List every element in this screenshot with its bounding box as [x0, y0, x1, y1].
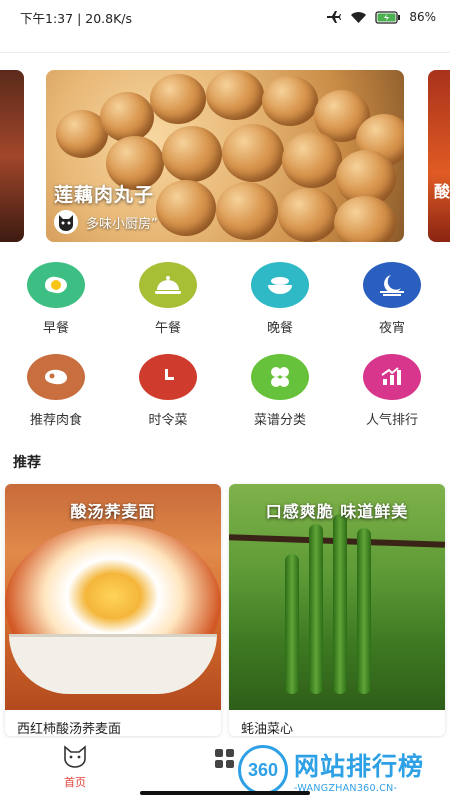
- category-meat[interactable]: 推荐肉食: [6, 354, 106, 428]
- banner-slide-main[interactable]: 莲藕肉丸子 多味小厨房”: [46, 70, 404, 242]
- category-label: 时令菜: [148, 413, 188, 428]
- category-label: 菜谱分类: [253, 413, 306, 428]
- category-breakfast[interactable]: 早餐: [6, 262, 106, 336]
- watermark-main: 网站排行榜: [294, 751, 425, 781]
- category-circle: [251, 354, 309, 400]
- recipe-card[interactable]: 口感爽脆 味道鲜美 蚝油菜心: [229, 484, 445, 736]
- category-popular[interactable]: 人气排行: [342, 354, 442, 428]
- banner-next-slide[interactable]: 酸: [428, 70, 450, 242]
- status-time: 下午1:37: [20, 10, 74, 26]
- cat-face-icon: [59, 215, 73, 231]
- category-circle: [139, 354, 197, 400]
- clock-icon: [165, 369, 174, 380]
- category-seasonal[interactable]: 时令菜: [118, 354, 218, 428]
- recommend-title: 推荐: [13, 455, 41, 471]
- category-label: 夜宵: [378, 321, 405, 336]
- category-label: 人气排行: [365, 413, 418, 428]
- category-circle: [363, 354, 421, 400]
- clover-icon: [271, 367, 289, 387]
- status-icons: 86%: [326, 10, 436, 24]
- watermark: 360 网站排行榜 -WANGZHAN360.CN-: [238, 742, 450, 798]
- category-circle: [27, 354, 85, 400]
- category-circle: [251, 262, 309, 308]
- category-label: 推荐肉食: [29, 413, 82, 428]
- ranking-icon: [381, 367, 401, 385]
- nav-home-tab[interactable]: 首页: [55, 744, 95, 790]
- banner-author-name: 多味小厨房”: [86, 216, 158, 232]
- banner-author: 多味小厨房”: [54, 210, 158, 234]
- category-circle: [27, 262, 85, 308]
- wifi-icon: [351, 11, 367, 23]
- category-recipe-types[interactable]: 菜谱分类: [230, 354, 330, 428]
- status-speed: 20.8K/s: [85, 10, 133, 26]
- watermark-sub: -WANGZHAN360.CN-: [294, 782, 398, 794]
- category-late-night[interactable]: 夜宵: [342, 262, 442, 336]
- cat-home-icon: [64, 745, 86, 768]
- banner-prev-slide[interactable]: [0, 70, 24, 242]
- category-lunch[interactable]: 午餐: [118, 262, 218, 336]
- category-circle: [139, 262, 197, 308]
- battery-icon: [375, 10, 401, 24]
- battery-percent: 86%: [409, 10, 436, 24]
- category-label: 午餐: [154, 321, 181, 336]
- category-circle: [363, 262, 421, 308]
- header-divider: [0, 52, 450, 53]
- steak-icon: [45, 369, 67, 385]
- status-bar: 下午1:37 | 20.8K/s 86%: [0, 0, 450, 34]
- category-dinner[interactable]: 晚餐: [230, 262, 330, 336]
- bowl-icon: [268, 277, 292, 294]
- status-time-speed: 下午1:37 | 20.8K/s: [20, 8, 326, 27]
- recipe-card-caption: 口感爽脆 味道鲜美: [265, 502, 409, 521]
- watermark-logo: 360: [238, 745, 288, 795]
- recipe-card-caption: 酸汤荞麦面: [70, 502, 156, 521]
- nav-home-label: 首页: [64, 776, 86, 789]
- recipe-card[interactable]: 酸汤荞麦面 西红柿酸汤荞麦面: [5, 484, 221, 736]
- cloche-icon: [155, 276, 181, 294]
- fried-egg-icon: [45, 276, 67, 294]
- author-avatar: [54, 210, 78, 234]
- home-indicator[interactable]: [140, 791, 310, 795]
- category-label: 早餐: [42, 321, 69, 336]
- airplane-icon: [327, 11, 342, 23]
- nav-category-tab[interactable]: [214, 748, 236, 774]
- recipe-card-name: 蚝油菜心: [241, 722, 294, 736]
- category-label: 晚餐: [266, 321, 293, 336]
- moon-icon: [380, 275, 404, 296]
- recipe-card-name: 西红柿酸汤荞麦面: [17, 722, 122, 736]
- watermark-text: 网站排行榜 -WANGZHAN360.CN-: [294, 747, 424, 794]
- banner-next-title: 酸: [434, 182, 450, 201]
- grid-icon: [215, 749, 234, 768]
- banner-title: 莲藕肉丸子: [54, 184, 155, 206]
